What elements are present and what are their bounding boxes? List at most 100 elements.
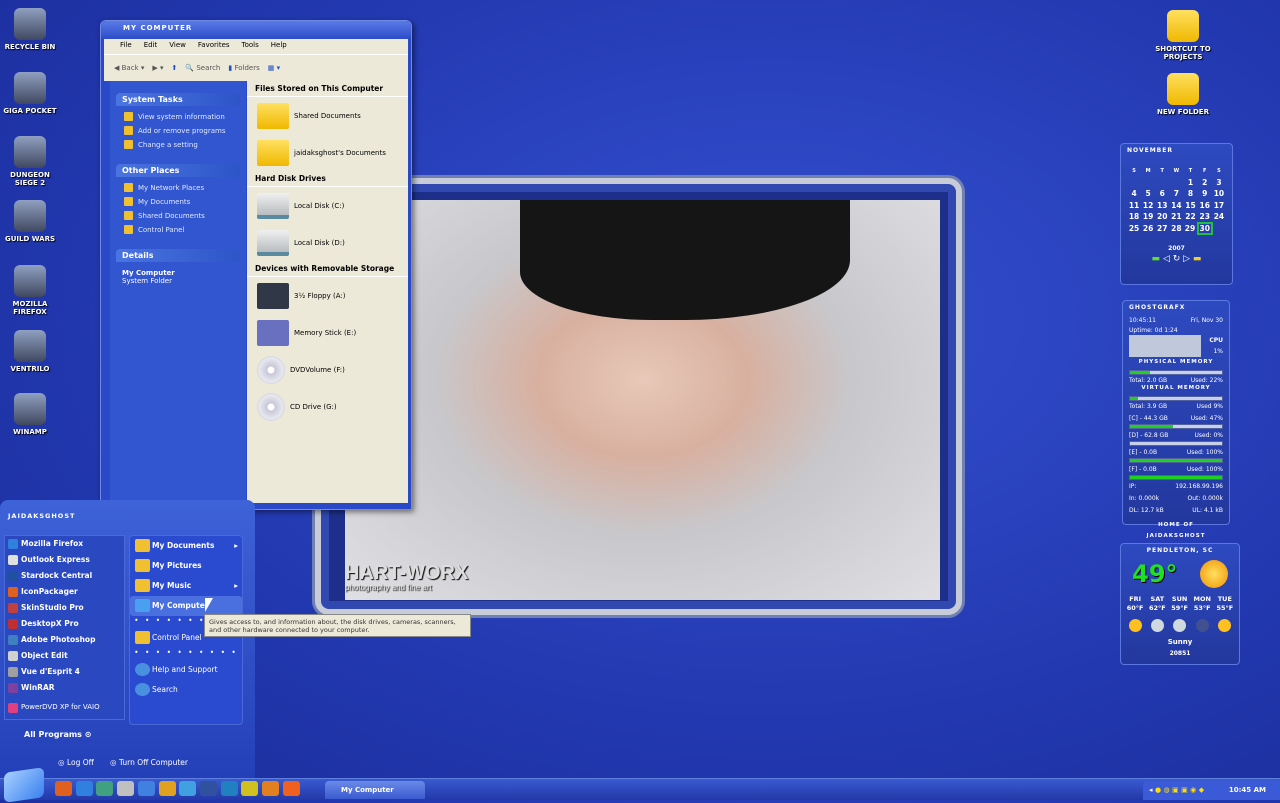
place-item[interactable]: My Computer — [130, 596, 242, 616]
calendar-day[interactable]: 18 — [1127, 211, 1141, 223]
calendar-day[interactable]: 16 — [1198, 200, 1212, 212]
drive-item[interactable]: CD Drive (G:) — [247, 388, 408, 425]
program-item[interactable]: PowerDVD XP for VAIO — [5, 700, 124, 716]
calendar-day[interactable]: 15 — [1183, 200, 1197, 212]
calendar-day[interactable]: 26 — [1141, 223, 1155, 235]
calendar-day[interactable]: 23 — [1198, 211, 1212, 223]
calendar-day[interactable]: 19 — [1141, 211, 1155, 223]
calendar-day[interactable]: 1 — [1183, 177, 1197, 189]
calendar-day[interactable]: 13 — [1155, 200, 1169, 212]
calendar-day[interactable]: 5 — [1141, 188, 1155, 200]
task-link[interactable]: Add or remove programs — [110, 124, 246, 138]
search-button[interactable]: 🔍 Search — [185, 64, 220, 72]
quick-launch-icon[interactable] — [179, 781, 197, 796]
calendar-day[interactable]: 28 — [1169, 223, 1183, 235]
taskbar-button-my-computer[interactable]: My Computer — [325, 781, 425, 799]
place-item[interactable]: My Pictures — [130, 556, 242, 576]
views-button[interactable]: ▦ ▾ — [268, 64, 280, 72]
drive-item[interactable]: Memory Stick (E:) — [247, 314, 408, 351]
task-link[interactable]: Change a setting — [110, 138, 246, 152]
quick-launch-icon[interactable] — [282, 781, 300, 796]
place-item[interactable]: My Documents ▸ — [130, 536, 242, 556]
program-item[interactable]: Adobe Photoshop — [5, 632, 124, 648]
calendar-day[interactable]: 4 — [1127, 188, 1141, 200]
quick-launch-icon[interactable] — [241, 781, 259, 796]
quick-launch-icon[interactable] — [96, 781, 114, 796]
menu-tools[interactable]: Tools — [242, 41, 259, 52]
task-link[interactable]: My Documents — [110, 195, 246, 209]
tray-icons[interactable]: ● ◍ ▣ ▣ ◉ ◆ — [1155, 786, 1204, 794]
quick-launch-icon[interactable] — [75, 781, 93, 796]
desktop-icon[interactable]: MOZILLA FIREFOX — [0, 265, 60, 316]
calendar-day[interactable]: 3 — [1212, 177, 1226, 189]
program-item[interactable]: DesktopX Pro — [5, 616, 124, 632]
desktop-icon[interactable]: NEW FOLDER — [1153, 73, 1213, 116]
place-item[interactable]: My Music ▸ — [130, 576, 242, 596]
task-link[interactable]: Shared Documents — [110, 209, 246, 223]
program-item[interactable]: Outlook Express — [5, 552, 124, 568]
drive-item[interactable]: jaidaksghost's Documents — [247, 134, 408, 171]
window-controls[interactable] — [363, 25, 403, 35]
calendar-day[interactable]: 6 — [1155, 188, 1169, 200]
all-programs-button[interactable]: All Programs ⊙ — [24, 730, 91, 739]
calendar-day[interactable]: 29 — [1183, 223, 1197, 235]
my-computer-window[interactable]: MY COMPUTER File Edit View Favorites Tools He… — [100, 20, 412, 510]
program-item[interactable]: IconPackager — [5, 584, 124, 600]
place-item[interactable]: Search — [130, 680, 242, 700]
program-item[interactable]: Object Edit — [5, 648, 124, 664]
drive-item[interactable]: Shared Documents — [247, 97, 408, 134]
calendar-day[interactable]: 22 — [1183, 211, 1197, 223]
menu-favorites[interactable]: Favorites — [198, 41, 230, 52]
quick-launch-icon[interactable] — [199, 781, 217, 796]
program-item[interactable]: SkinStudio Pro — [5, 600, 124, 616]
back-button[interactable]: ◀ Back ▾ — [114, 64, 144, 72]
log-off-button[interactable]: ◎ Log Off — [58, 758, 94, 767]
forward-button[interactable]: ▶ ▾ — [152, 64, 163, 72]
drive-item[interactable]: Local Disk (C:) — [247, 187, 408, 224]
quick-launch-icon[interactable] — [220, 781, 238, 796]
task-link[interactable]: My Network Places — [110, 181, 246, 195]
menu-edit[interactable]: Edit — [144, 41, 158, 52]
calendar-day[interactable]: 8 — [1183, 188, 1197, 200]
program-item[interactable]: Stardock Central — [5, 568, 124, 584]
up-folder-button[interactable]: ⬆ — [171, 64, 177, 72]
drive-item[interactable]: Local Disk (D:) — [247, 224, 408, 261]
task-link[interactable]: Control Panel — [110, 223, 246, 237]
program-item[interactable]: Vue d'Esprit 4 — [5, 664, 124, 680]
desktop-icon[interactable]: RECYCLE BIN — [0, 8, 60, 51]
calendar-day[interactable]: 10 — [1212, 188, 1226, 200]
calendar-day[interactable]: 12 — [1141, 200, 1155, 212]
calendar-day[interactable]: 21 — [1169, 211, 1183, 223]
task-link[interactable]: View system information — [110, 110, 246, 124]
drive-item[interactable]: DVDVolume (F:) — [247, 351, 408, 388]
window-title-bar[interactable]: MY COMPUTER — [101, 21, 411, 39]
turn-off-button[interactable]: ◎ Turn Off Computer — [110, 758, 188, 767]
menu-file[interactable]: File — [120, 41, 132, 52]
desktop-icon[interactable]: DUNGEON SIEGE 2 — [0, 136, 60, 187]
calendar-day[interactable]: 14 — [1169, 200, 1183, 212]
task-pane-header[interactable]: Other Places — [116, 164, 240, 177]
folders-button[interactable]: ▮ Folders — [228, 64, 259, 72]
desktop-icon[interactable]: SHORTCUT TO PROJECTS — [1153, 10, 1213, 61]
calendar-day[interactable]: 24 — [1212, 211, 1226, 223]
quick-launch-icon[interactable] — [262, 781, 279, 796]
calendar-day[interactable]: 20 — [1155, 211, 1169, 223]
quick-launch-icon[interactable] — [137, 781, 155, 796]
calendar-day[interactable]: 11 — [1127, 200, 1141, 212]
drive-item[interactable]: 3½ Floppy (A:) — [247, 277, 408, 314]
program-item[interactable]: WinRAR — [5, 680, 124, 696]
calendar-day[interactable]: 25 — [1127, 223, 1141, 235]
task-pane-header[interactable]: Details — [116, 249, 240, 262]
program-item[interactable]: Mozilla Firefox — [5, 536, 124, 552]
desktop-icon[interactable]: WINAMP — [0, 393, 60, 436]
desktop-icon[interactable]: GUILD WARS — [0, 200, 60, 243]
calendar-day[interactable]: 2 — [1198, 177, 1212, 189]
calendar-day[interactable]: 17 — [1212, 200, 1226, 212]
task-pane-header[interactable]: System Tasks — [116, 93, 240, 106]
quick-launch-icon[interactable] — [158, 781, 176, 796]
desktop-icon[interactable]: GIGA POCKET — [0, 72, 60, 115]
calendar-nav-buttons[interactable]: ◁ ↻ ▷ — [1163, 254, 1190, 264]
menu-help[interactable]: Help — [271, 41, 287, 52]
start-button[interactable] — [4, 767, 44, 803]
tray-expand-icon[interactable]: ◂ — [1149, 786, 1153, 794]
